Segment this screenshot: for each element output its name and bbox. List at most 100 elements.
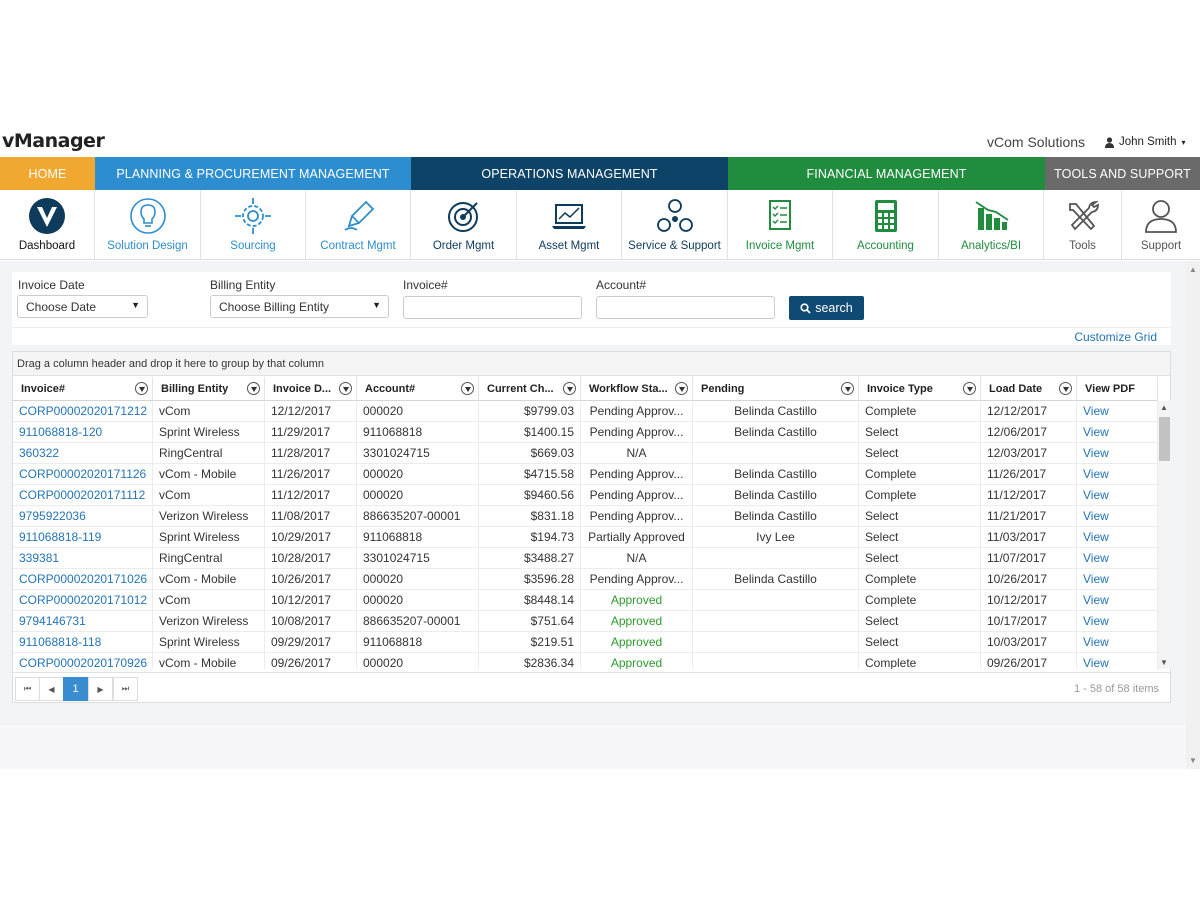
cell-view-pdf[interactable]: View: [1077, 653, 1158, 669]
table-row[interactable]: 9794146731 Verizon Wireless 10/08/2017 8866…: [13, 611, 1158, 632]
first-page-button[interactable]: ⏮: [15, 677, 40, 701]
module-contract-mgmt[interactable]: Contract Mgmt: [306, 190, 411, 260]
cell-invoice-number[interactable]: 911068818-120: [13, 422, 153, 443]
cell-view-pdf[interactable]: View: [1077, 464, 1158, 485]
cell-invoice-number[interactable]: 339381: [13, 548, 153, 569]
nav-tab-planning[interactable]: PLANNING & PROCUREMENT MANAGEMENT: [95, 157, 411, 190]
filter-icon[interactable]: [963, 382, 976, 395]
cell-invoice-type: Complete: [859, 464, 981, 485]
prev-page-button[interactable]: ◀: [39, 677, 64, 701]
cell-view-pdf[interactable]: View: [1077, 506, 1158, 527]
grid-scrollbar[interactable]: ▲ ▼: [1158, 401, 1171, 669]
table-row[interactable]: CORP00002020170926 vCom - Mobile 09/26/201…: [13, 653, 1158, 669]
user-icon: [1105, 136, 1114, 148]
filter-icon[interactable]: [461, 382, 474, 395]
column-header-invoice-type[interactable]: Invoice Type: [859, 377, 981, 401]
table-row[interactable]: CORP00002020171126 vCom - Mobile 11/26/201…: [13, 464, 1158, 485]
group-by-drop-area[interactable]: Drag a column header and drop it here to…: [13, 352, 1170, 376]
nav-tab-home[interactable]: HOME: [0, 157, 95, 190]
last-page-button[interactable]: ⏭: [113, 677, 138, 701]
page-scrollbar[interactable]: ▲ ▼: [1186, 261, 1200, 769]
search-button[interactable]: search: [789, 296, 864, 320]
module-order-mgmt[interactable]: Order Mgmt: [411, 190, 517, 260]
app-logo[interactable]: vManager: [2, 130, 105, 152]
cell-view-pdf[interactable]: View: [1077, 590, 1158, 611]
filter-icon[interactable]: [675, 382, 688, 395]
cell-view-pdf[interactable]: View: [1077, 611, 1158, 632]
table-row[interactable]: CORP00002020171112 vCom 11/12/2017 000020 $9…: [13, 485, 1158, 506]
cell-invoice-number[interactable]: CORP00002020170926: [13, 653, 153, 669]
table-row[interactable]: 360322 RingCentral 11/28/2017 3301024715 $66…: [13, 443, 1158, 464]
cell-invoice-number[interactable]: 9794146731: [13, 611, 153, 632]
column-header-load-date[interactable]: Load Date: [981, 377, 1077, 401]
scroll-up-icon[interactable]: ▲: [1189, 265, 1197, 274]
cell-view-pdf[interactable]: View: [1077, 485, 1158, 506]
customize-grid-link[interactable]: Customize Grid: [1074, 330, 1157, 344]
cell-view-pdf[interactable]: View: [1077, 422, 1158, 443]
nav-tab-financial[interactable]: FINANCIAL MANAGEMENT: [728, 157, 1045, 190]
cell-pending: [693, 632, 859, 653]
module-accounting[interactable]: Accounting: [833, 190, 939, 260]
filter-icon[interactable]: [135, 382, 148, 395]
filter-icon[interactable]: [563, 382, 576, 395]
scroll-down-icon[interactable]: ▼: [1189, 756, 1197, 765]
cell-invoice-number[interactable]: CORP00002020171012: [13, 590, 153, 611]
cell-view-pdf[interactable]: View: [1077, 548, 1158, 569]
table-row[interactable]: CORP00002020171012 vCom 10/12/2017 000020 $8…: [13, 590, 1158, 611]
filter-icon[interactable]: [1059, 382, 1072, 395]
cell-invoice-number[interactable]: CORP00002020171212: [13, 401, 153, 422]
column-header-label: Account#: [365, 383, 416, 395]
table-row[interactable]: 911068818-119 Sprint Wireless 10/29/2017 91…: [13, 527, 1158, 548]
table-row[interactable]: 911068818-120 Sprint Wireless 11/29/2017 91…: [13, 422, 1158, 443]
filter-icon[interactable]: [841, 382, 854, 395]
column-header-pending[interactable]: Pending: [693, 377, 859, 401]
column-header-account-number[interactable]: Account#: [357, 377, 479, 401]
cell-invoice-number[interactable]: CORP00002020171112: [13, 485, 153, 506]
cell-view-pdf[interactable]: View: [1077, 527, 1158, 548]
module-analytics-bi[interactable]: Analytics/BI: [939, 190, 1044, 260]
filter-icon[interactable]: [247, 382, 260, 395]
account-number-input[interactable]: [596, 296, 775, 319]
cell-invoice-number[interactable]: 360322: [13, 443, 153, 464]
module-service-support[interactable]: Service & Support: [622, 190, 728, 260]
module-invoice-mgmt[interactable]: Invoice Mgmt: [728, 190, 833, 260]
next-page-button[interactable]: ▶: [88, 677, 113, 701]
module-sourcing[interactable]: Sourcing: [201, 190, 306, 260]
scrollbar-thumb[interactable]: [1159, 417, 1170, 461]
module-support[interactable]: Support: [1122, 190, 1200, 260]
cell-invoice-number[interactable]: CORP00002020171026: [13, 569, 153, 590]
billing-entity-select[interactable]: Choose Billing Entity ▼: [210, 295, 389, 318]
cell-invoice-number[interactable]: 9795922036: [13, 506, 153, 527]
table-row[interactable]: 9795922036 Verizon Wireless 11/08/2017 8866…: [13, 506, 1158, 527]
page-number-button[interactable]: 1: [63, 677, 88, 701]
column-header-invoice-number[interactable]: Invoice#: [13, 377, 153, 401]
module-tools[interactable]: Tools: [1044, 190, 1122, 260]
scroll-up-icon[interactable]: ▲: [1160, 403, 1168, 412]
module-asset-mgmt[interactable]: Asset Mgmt: [517, 190, 622, 260]
filter-icon[interactable]: [339, 382, 352, 395]
nav-tab-tools-support[interactable]: TOOLS AND SUPPORT: [1045, 157, 1200, 190]
column-header-view-pdf[interactable]: View PDF: [1077, 377, 1158, 401]
cell-invoice-number[interactable]: CORP00002020171126: [13, 464, 153, 485]
user-menu[interactable]: John Smith ▾: [1105, 136, 1186, 148]
column-header-invoice-date[interactable]: Invoice D...: [265, 377, 357, 401]
cell-view-pdf[interactable]: View: [1077, 632, 1158, 653]
cell-invoice-number[interactable]: 911068818-119: [13, 527, 153, 548]
column-header-current-charges[interactable]: Current Ch...: [479, 377, 581, 401]
invoice-number-input[interactable]: [403, 296, 582, 319]
table-row[interactable]: CORP00002020171212 vCom 12/12/2017 000020 $9…: [13, 401, 1158, 422]
table-row[interactable]: 911068818-118 Sprint Wireless 09/29/2017 91…: [13, 632, 1158, 653]
cell-view-pdf[interactable]: View: [1077, 569, 1158, 590]
column-header-billing-entity[interactable]: Billing Entity: [153, 377, 265, 401]
table-row[interactable]: 339381 RingCentral 10/28/2017 3301024715 $34…: [13, 548, 1158, 569]
cell-invoice-number[interactable]: 911068818-118: [13, 632, 153, 653]
scroll-down-icon[interactable]: ▼: [1160, 658, 1168, 667]
invoice-date-select[interactable]: Choose Date ▼: [17, 295, 148, 318]
table-row[interactable]: CORP00002020171026 vCom - Mobile 10/26/201…: [13, 569, 1158, 590]
nav-tab-operations[interactable]: OPERATIONS MANAGEMENT: [411, 157, 728, 190]
cell-view-pdf[interactable]: View: [1077, 443, 1158, 464]
column-header-workflow-status[interactable]: Workflow Sta...: [581, 377, 693, 401]
module-solution-design[interactable]: Solution Design: [95, 190, 201, 260]
cell-view-pdf[interactable]: View: [1077, 401, 1158, 422]
module-dashboard[interactable]: Dashboard: [0, 190, 95, 260]
